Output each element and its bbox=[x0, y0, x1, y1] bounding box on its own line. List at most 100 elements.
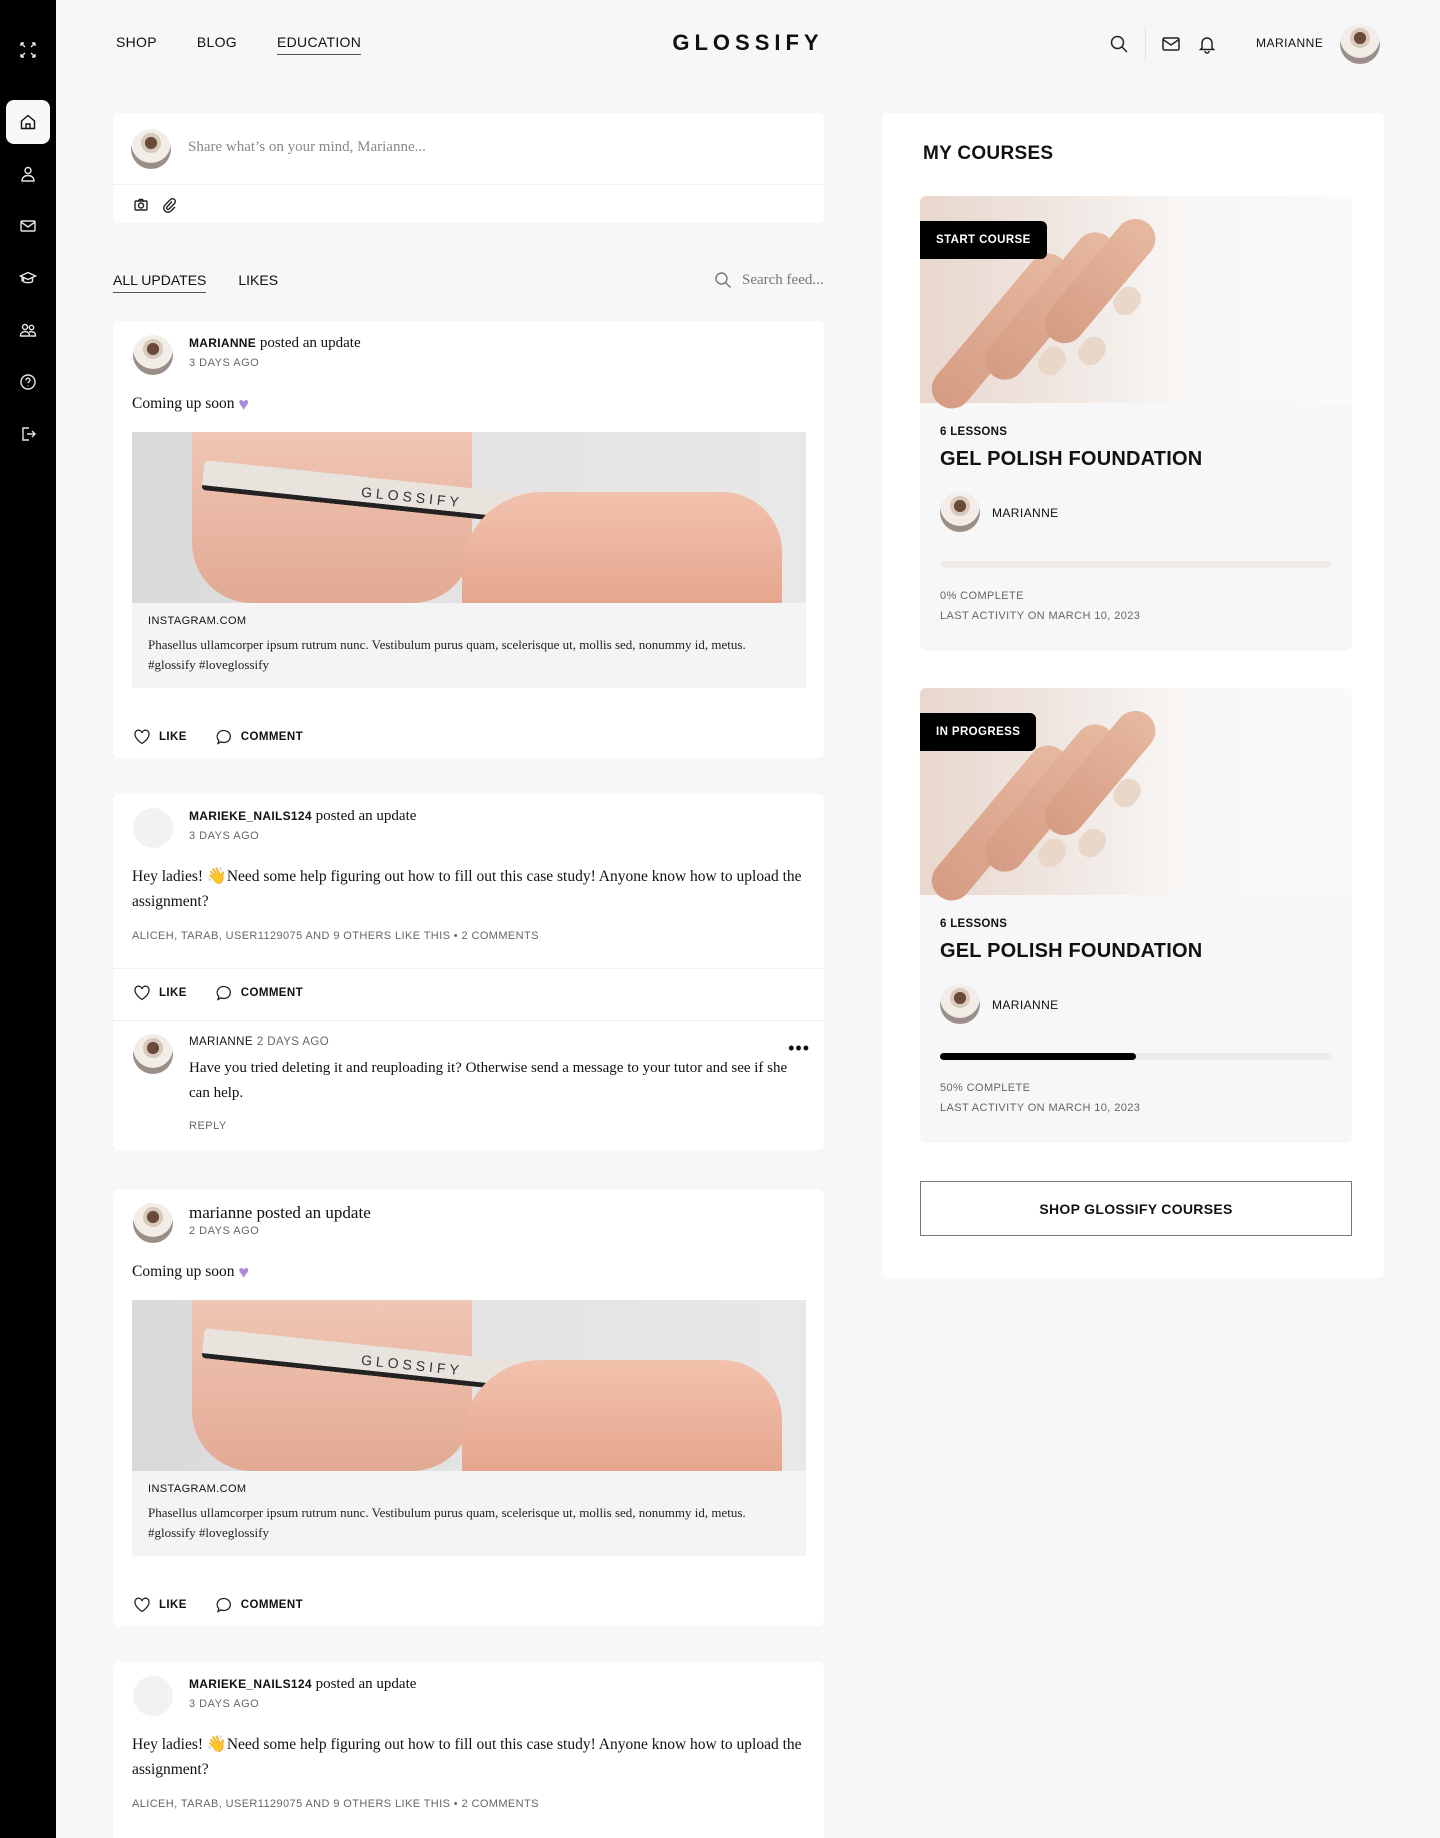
feed-post: MARIEKE_NAILS124 posted an update 3 DAYS… bbox=[113, 794, 824, 1150]
my-courses-panel: MY COURSES START COURSE 6 LESSONS GEL PO… bbox=[882, 113, 1384, 1278]
graduation-cap-icon bbox=[19, 271, 37, 284]
post-author-avatar[interactable] bbox=[133, 1203, 173, 1243]
course-progress-label: 50% COMPLETE bbox=[940, 1082, 1031, 1094]
feed-search-input[interactable]: Search feed... bbox=[742, 272, 824, 289]
header-search-button[interactable] bbox=[1109, 34, 1129, 54]
course-progress-label: 0% COMPLETE bbox=[940, 590, 1024, 602]
user-icon bbox=[21, 166, 35, 182]
feed-post: MARIEKE_NAILS124 posted an update 3 DAYS… bbox=[113, 1662, 824, 1838]
post-media-image[interactable]: GLOSSIFY bbox=[132, 432, 806, 603]
composer-divider bbox=[113, 184, 824, 185]
shop-courses-button[interactable]: SHOP GLOSSIFY COURSES bbox=[920, 1181, 1352, 1236]
post-author[interactable]: MARIEKE_NAILS124 bbox=[189, 1677, 312, 1691]
comment-button[interactable]: COMMENT bbox=[215, 1596, 303, 1614]
divider bbox=[113, 1020, 824, 1021]
tab-likes[interactable]: LIKES bbox=[238, 272, 278, 293]
in-progress-badge[interactable]: IN PROGRESS bbox=[920, 713, 1037, 751]
post-author-avatar-placeholder[interactable] bbox=[133, 808, 173, 848]
start-course-button[interactable]: START COURSE bbox=[920, 221, 1047, 259]
hand-shape bbox=[462, 1360, 782, 1471]
bell-icon bbox=[1198, 37, 1216, 54]
comment-author[interactable]: MARIANNE bbox=[189, 1036, 253, 1048]
post-time: 3 DAYS AGO bbox=[189, 1698, 260, 1710]
comment-button[interactable]: COMMENT bbox=[215, 984, 303, 1002]
course-last-activity: LAST ACTIVITY ON MARCH 10, 2023 bbox=[940, 1102, 1141, 1114]
post-time: 3 DAYS AGO bbox=[189, 357, 260, 369]
header-notifications-button[interactable] bbox=[1197, 34, 1217, 54]
more-options-icon[interactable]: ••• bbox=[788, 1038, 810, 1059]
course-progress-fill bbox=[940, 1053, 1136, 1060]
header-username[interactable]: MARIANNE bbox=[1256, 36, 1323, 50]
reply-button[interactable]: REPLY bbox=[189, 1120, 227, 1132]
mail-icon bbox=[1162, 37, 1180, 51]
comment-button[interactable]: COMMENT bbox=[215, 728, 303, 746]
post-author[interactable]: MARIANNE bbox=[189, 336, 256, 350]
feed-post: MARIANNE posted an update 3 DAYS AGO Com… bbox=[113, 321, 824, 758]
course-author: MARIANNE bbox=[992, 998, 1059, 1012]
like-button[interactable]: LIKE bbox=[133, 1596, 187, 1614]
camera-icon bbox=[134, 198, 148, 211]
sidebar-item-profile[interactable] bbox=[6, 152, 50, 196]
feed-search[interactable]: Search feed... bbox=[714, 271, 824, 289]
course-progress-bar bbox=[940, 561, 1332, 568]
course-author-avatar bbox=[940, 984, 980, 1024]
post-text: Hey ladies! 👋Need some help figuring out… bbox=[132, 1736, 802, 1778]
post-author[interactable]: marianne bbox=[189, 1203, 252, 1222]
post-composer: Share what’s on your mind, Marianne... bbox=[113, 113, 824, 223]
home-icon bbox=[20, 114, 36, 130]
help-icon bbox=[20, 374, 36, 390]
purple-heart-icon: ♥ bbox=[238, 1262, 250, 1282]
like-button[interactable]: LIKE bbox=[133, 728, 187, 746]
likes-summary[interactable]: ALICEH, TARAB, USER1129075 AND 9 OTHERS … bbox=[132, 930, 539, 942]
comment-text: Have you tried deleting it and reuploadi… bbox=[189, 1060, 788, 1101]
users-icon bbox=[19, 323, 37, 337]
course-title[interactable]: GEL POLISH FOUNDATION bbox=[940, 448, 1202, 471]
post-media-image[interactable]: GLOSSIFY bbox=[132, 1300, 806, 1471]
course-title[interactable]: GEL POLISH FOUNDATION bbox=[940, 940, 1202, 963]
feed-tabs: ALL UPDATES LIKES bbox=[113, 272, 278, 293]
link-domain: INSTAGRAM.COM bbox=[148, 1483, 247, 1495]
course-author: MARIANNE bbox=[992, 506, 1059, 520]
comment-icon bbox=[216, 729, 231, 745]
link-preview[interactable]: INSTAGRAM.COM Phasellus ullamcorper ipsu… bbox=[132, 1471, 806, 1556]
waving-hand-icon: 👋 bbox=[206, 868, 227, 885]
like-button[interactable]: LIKE bbox=[133, 984, 187, 1002]
comment-icon bbox=[216, 985, 231, 1001]
course-lessons: 6 LESSONS bbox=[940, 918, 1008, 930]
my-courses-title: MY COURSES bbox=[923, 143, 1054, 164]
sidebar-item-courses[interactable] bbox=[6, 256, 50, 300]
tab-all-updates[interactable]: ALL UPDATES bbox=[113, 272, 207, 293]
sidebar-item-help[interactable] bbox=[6, 360, 50, 404]
waving-hand-icon: 👋 bbox=[206, 1736, 227, 1753]
header-divider bbox=[1145, 26, 1146, 62]
purple-heart-icon: ♥ bbox=[238, 394, 250, 414]
attach-file-button[interactable] bbox=[161, 197, 177, 218]
heart-icon bbox=[134, 985, 150, 1001]
hand-shape bbox=[192, 432, 472, 603]
header-messages-button[interactable] bbox=[1161, 34, 1181, 54]
post-author[interactable]: MARIEKE_NAILS124 bbox=[189, 809, 312, 823]
composer-input[interactable]: Share what’s on your mind, Marianne... bbox=[188, 139, 426, 156]
course-last-activity: LAST ACTIVITY ON MARCH 10, 2023 bbox=[940, 610, 1141, 622]
attach-photo-button[interactable] bbox=[133, 197, 149, 218]
post-text: Hey ladies! 👋Need some help figuring out… bbox=[132, 868, 802, 910]
course-card[interactable]: IN PROGRESS 6 LESSONS GEL POLISH FOUNDAT… bbox=[920, 688, 1352, 1143]
course-card[interactable]: START COURSE 6 LESSONS GEL POLISH FOUNDA… bbox=[920, 196, 1352, 651]
header-avatar[interactable] bbox=[1340, 24, 1380, 64]
link-domain: INSTAGRAM.COM bbox=[148, 615, 247, 627]
sidebar-item-messages[interactable] bbox=[6, 204, 50, 248]
post-text: Coming up soon ♥ bbox=[132, 391, 802, 416]
heart-icon bbox=[134, 729, 150, 745]
sidebar-item-logout[interactable] bbox=[6, 412, 50, 456]
post-author-avatar[interactable] bbox=[133, 335, 173, 375]
logo[interactable]: GLOSSIFY bbox=[0, 30, 1440, 56]
post-action: posted an update bbox=[259, 335, 361, 351]
link-preview[interactable]: INSTAGRAM.COM Phasellus ullamcorper ipsu… bbox=[132, 603, 806, 688]
likes-summary[interactable]: ALICEH, TARAB, USER1129075 AND 9 OTHERS … bbox=[132, 1798, 539, 1810]
sidebar-item-groups[interactable] bbox=[6, 308, 50, 352]
comment-author-avatar[interactable] bbox=[133, 1034, 173, 1074]
comment-icon bbox=[216, 1597, 231, 1613]
sidebar-item-home[interactable] bbox=[6, 100, 50, 144]
paperclip-icon bbox=[163, 197, 177, 213]
post-author-avatar-placeholder[interactable] bbox=[133, 1676, 173, 1716]
